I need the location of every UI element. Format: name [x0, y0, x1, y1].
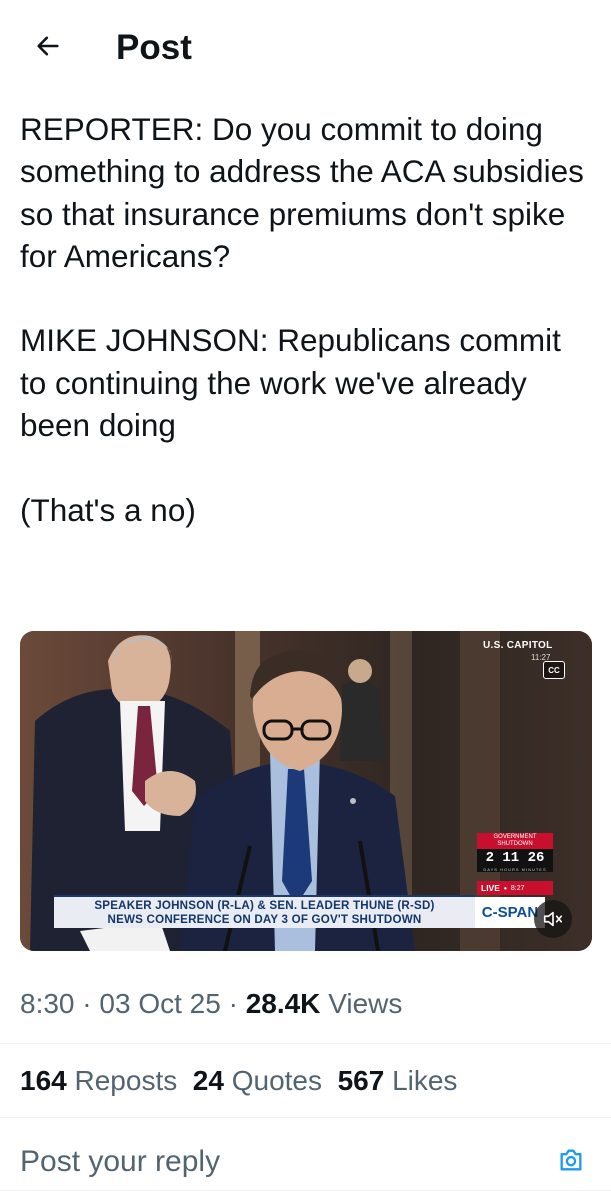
reply-input[interactable]: Post your reply [20, 1142, 220, 1182]
header: Post [0, 0, 611, 95]
likes-link[interactable]: 567 Likes [338, 1065, 458, 1096]
speaker-muted-icon [543, 911, 563, 927]
likes-label: Likes [392, 1065, 458, 1096]
shutdown-label: GOVERNMENT SHUTDOWN [477, 833, 553, 849]
views-count: 28.4K [245, 988, 321, 1019]
views-label: Views [328, 988, 403, 1019]
post-date: 03 Oct 25 [99, 988, 221, 1019]
closed-captions-button[interactable]: CC [543, 661, 565, 679]
shutdown-count: 2 11 26 [477, 849, 553, 867]
arrow-left-icon [37, 36, 59, 56]
reposts-link[interactable]: 164 Reposts [20, 1065, 177, 1096]
location-label: U.S. CAPITOL [483, 640, 553, 651]
live-label: LIVE [481, 883, 500, 893]
back-button[interactable] [28, 26, 68, 66]
camera-button[interactable] [552, 1141, 590, 1179]
engagement-stats: 164 Reposts 24 Quotes 567 Likes [20, 1062, 457, 1100]
video-player[interactable]: U.S. CAPITOL 11:27 CC GOVERNMENT SHUTDOW… [20, 631, 592, 951]
divider [0, 1117, 611, 1118]
page-title: Post [116, 28, 192, 67]
quotes-label: Quotes [231, 1065, 322, 1096]
live-dot: • [503, 883, 507, 893]
meta-separator: · [228, 988, 238, 1019]
quotes-link[interactable]: 24 Quotes [193, 1065, 322, 1096]
meta-separator: · [82, 988, 92, 1019]
live-time: 8:27 [510, 884, 525, 892]
divider [0, 1043, 611, 1044]
post-time: 8:30 [20, 988, 75, 1019]
shutdown-units: DAYS HOURS MINUTES [477, 867, 553, 872]
news-chyron: SPEAKER JOHNSON (R-LA) & SEN. LEADER THU… [54, 895, 475, 928]
reposts-count: 164 [20, 1065, 67, 1096]
camera-icon [560, 1149, 582, 1171]
chyron-line-2: NEWS CONFERENCE ON DAY 3 OF GOV'T SHUTDO… [107, 913, 422, 926]
likes-count: 567 [337, 1065, 385, 1096]
live-badge: LIVE • 8:27 [477, 881, 553, 895]
chyron-line-1: SPEAKER JOHNSON (R-LA) & SEN. LEADER THU… [94, 899, 435, 912]
mute-button[interactable] [534, 900, 572, 938]
post-text: REPORTER: Do you commit to doing somethi… [20, 111, 584, 528]
divider [0, 1190, 611, 1191]
quotes-count: 24 [192, 1065, 224, 1096]
reposts-label: Reposts [74, 1065, 178, 1096]
post-meta: 8:30 · 03 Oct 25 · 28.4K Views [20, 985, 402, 1023]
shutdown-counter: GOVERNMENT SHUTDOWN 2 11 26 DAYS HOURS M… [477, 833, 553, 872]
